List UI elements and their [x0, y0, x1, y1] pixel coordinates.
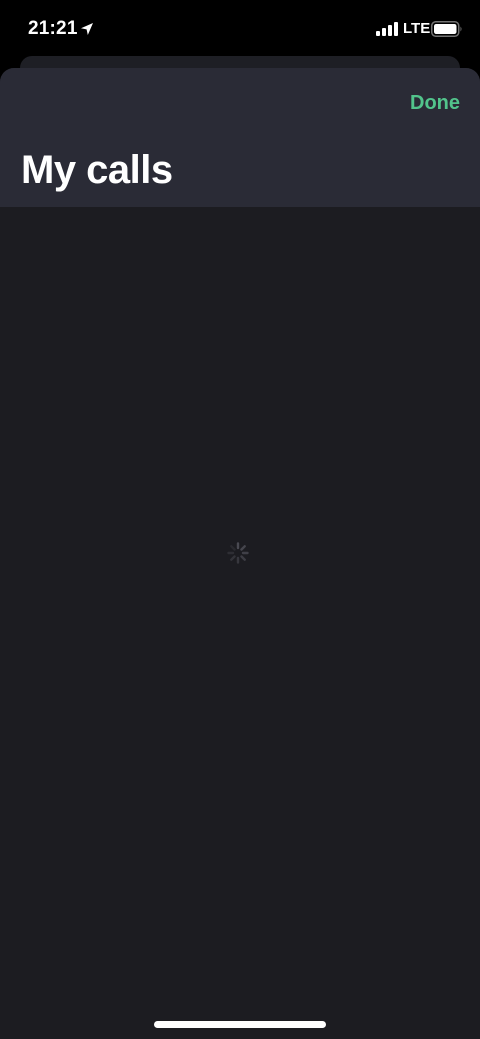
location-arrow-icon: [81, 23, 93, 35]
my-calls-sheet: Done My calls: [0, 68, 480, 1039]
sheet-header: Done My calls: [0, 68, 480, 207]
status-bar: 21:21 LTE: [0, 0, 480, 58]
cellular-signal-icon: [376, 22, 398, 36]
done-button[interactable]: Done: [410, 92, 460, 115]
spinner-icon: [227, 542, 249, 564]
network-type-label: LTE: [403, 20, 431, 37]
status-time: 21:21: [28, 18, 78, 39]
home-indicator[interactable]: [154, 1021, 326, 1028]
screen: 21:21 LTE Done My calls: [0, 0, 480, 1039]
battery-icon: [431, 21, 462, 37]
page-title: My calls: [21, 148, 173, 192]
